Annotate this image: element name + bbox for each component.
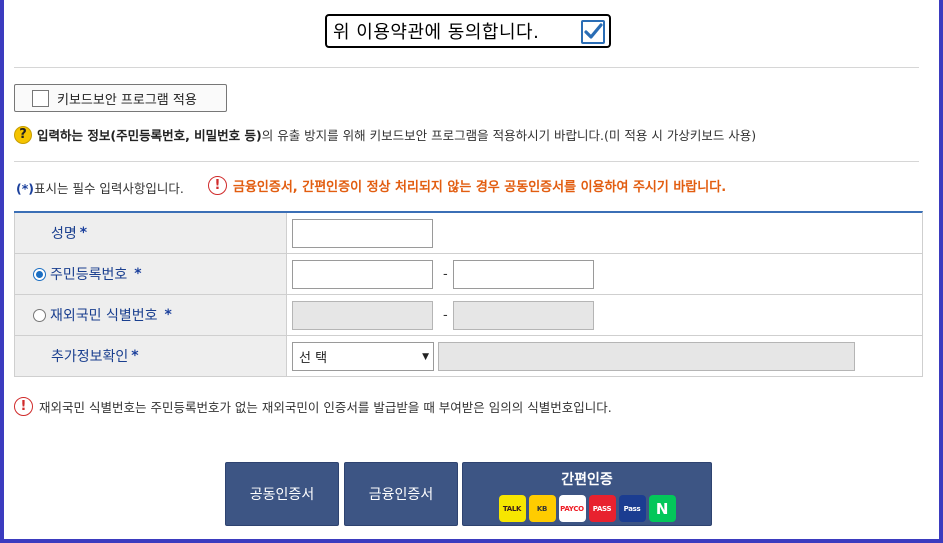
simple-auth-button[interactable]: 간편인증 TALK KB PAYCO PASS Pass N [462,462,712,526]
form-row-name: 성명 * [14,213,922,254]
foreign-note-text: 재외국민 식별번호는 주민등록번호가 없는 재외국민이 인증서를 발급받을 때 … [39,400,612,415]
form-row-additional-info: 추가정보확인 * 선 택 ▼ [14,336,922,377]
select-value: 선 택 [299,350,328,366]
joint-certificate-label: 공동인증서 [249,487,315,503]
required-star: * [164,307,172,323]
kakaotalk-icon: TALK [498,495,526,522]
keyboard-security-label: 키보드보안 프로그램 적용 [57,92,197,108]
required-star: * [131,348,139,364]
identity-form: 성명 * 주민등록번호 * - 재외국민 식별번호 * - 추가정보확인 * 선… [14,211,923,377]
name-input[interactable] [292,218,433,248]
foreign-id-radio[interactable] [33,308,46,322]
foreign-id-note: ! 재외국민 식별번호는 주민등록번호가 없는 재외국민이 인증서를 발급받을 … [14,397,612,416]
divider [14,67,919,68]
cert-warning: ! 금융인증서, 간편인증이 정상 처리되지 않는 경우 공동인증서를 이용하여… [208,176,726,195]
required-star: * [134,266,142,282]
exclamation-icon: ! [208,176,227,195]
samsung-pass-icon: Pass [618,495,646,522]
warning-text: 금융인증서, 간편인증이 정상 처리되지 않는 경우 공동인증서를 이용하여 주… [233,180,727,195]
form-row-resident-number: 주민등록번호 * - [14,254,922,295]
foreign-id-back-input[interactable] [453,300,594,330]
dropdown-arrow-icon: ▼ [422,351,429,362]
page-frame: 위 이용약관에 동의합니다. 키보드보안 프로그램 적용 ? 입력하는 정보(주… [0,0,943,543]
required-text: 표시는 필수 입력사항입니다. [33,181,184,196]
required-star: (*) [16,181,34,196]
required-note: (*)표시는 필수 입력사항입니다. [16,178,184,197]
additional-info-input[interactable] [438,341,855,371]
exclamation-icon: ! [14,397,33,416]
separator-dash: - [443,266,448,282]
separator-dash: - [443,307,448,323]
info-bold-text: 입력하는 정보(주민등록번호, 비밀번호 등) [37,128,262,143]
name-input-cell [287,213,922,253]
info-rest-text: 의 유출 방지를 위해 키보드보안 프로그램을 적용하시기 바랍니다.(미 적용… [261,128,757,143]
additional-info-cell: 선 택 ▼ [287,336,922,376]
resident-label-cell: 주민등록번호 * [14,254,287,294]
keyboard-security-button[interactable]: 키보드보안 프로그램 적용 [14,84,227,112]
additional-info-label: 추가정보확인 [51,349,129,365]
question-icon: ? [14,125,32,144]
foreign-id-front-input[interactable] [292,300,433,330]
agreement-checkbox[interactable] [581,20,605,44]
resident-input-cell: - [287,254,922,294]
divider [14,161,919,162]
naver-icon: N [648,495,676,522]
simple-auth-label: 간편인증 [561,472,613,488]
payco-icon: PAYCO [558,495,586,522]
kb-icon: KB [528,495,556,522]
joint-certificate-button[interactable]: 공동인증서 [225,462,339,526]
required-star: * [79,225,88,241]
name-label: 성명 [51,226,77,242]
pass-icon: PASS [588,495,616,522]
keyboard-security-checkbox[interactable] [32,89,49,107]
checkmark-icon [584,23,603,39]
resident-number-back-input[interactable] [453,259,594,289]
foreign-id-label: 재외국민 식별번호 [50,308,158,324]
financial-certificate-label: 금융인증서 [368,487,434,503]
agreement-checkbox-area[interactable]: 위 이용약관에 동의합니다. [325,14,611,48]
additional-info-label-cell: 추가정보확인 * [14,336,287,376]
name-label-cell: 성명 * [14,213,287,253]
simple-auth-services: TALK KB PAYCO PASS Pass N [498,495,676,522]
financial-certificate-button[interactable]: 금융인증서 [344,462,458,526]
additional-info-select[interactable]: 선 택 ▼ [292,341,434,371]
resident-label: 주민등록번호 [50,267,128,283]
resident-number-radio[interactable] [33,267,46,281]
form-row-foreign-id: 재외국민 식별번호 * - [14,295,922,336]
keyboard-security-info: ? 입력하는 정보(주민등록번호, 비밀번호 등)의 유출 방지를 위해 키보드… [14,125,756,144]
resident-number-front-input[interactable] [292,259,433,289]
foreign-id-label-cell: 재외국민 식별번호 * [14,295,287,335]
agreement-label: 위 이용약관에 동의합니다. [333,22,540,43]
foreign-id-input-cell: - [287,295,922,335]
